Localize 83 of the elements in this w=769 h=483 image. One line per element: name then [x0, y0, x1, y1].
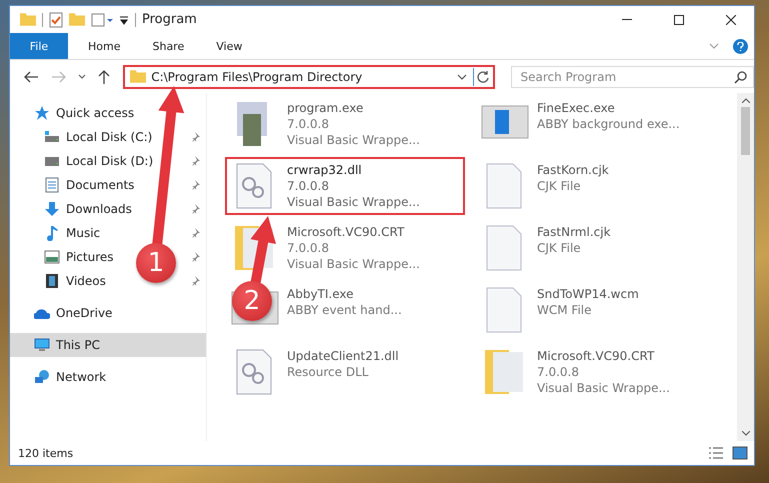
search-icon — [734, 70, 748, 84]
file-detail: 7.0.0.8 — [287, 116, 330, 132]
forward-arrow-icon — [52, 70, 66, 82]
document-icon — [44, 177, 60, 193]
pin-icon[interactable] — [190, 252, 200, 262]
file-name[interactable]: FastNrml.cjk — [537, 224, 611, 240]
dropdown-caret-icon[interactable] — [457, 74, 468, 80]
pin-icon[interactable] — [190, 156, 200, 166]
up-arrow-icon — [98, 70, 110, 84]
sidebar-item[interactable]: Videos — [10, 269, 112, 293]
back-arrow-icon — [24, 70, 38, 82]
close-icon — [726, 14, 736, 24]
file-name[interactable]: SndToWP14.wcm — [537, 286, 639, 302]
scroll-down-icon[interactable] — [742, 431, 750, 436]
pin-icon[interactable] — [190, 228, 200, 238]
pin-icon[interactable] — [190, 132, 200, 142]
scrollbar[interactable] — [737, 93, 754, 441]
film-icon — [44, 273, 60, 289]
sidebar-item[interactable]: Pictures — [10, 245, 120, 269]
step-number-badge: 2 — [232, 281, 272, 321]
sidebar-item[interactable]: Music — [10, 221, 106, 245]
file-detail: ABBY background exe... — [537, 116, 680, 132]
maximize-icon — [674, 14, 684, 24]
pin-icon[interactable] — [190, 276, 200, 286]
item-count: 120 items — [18, 446, 74, 460]
file-menu-button[interactable]: File — [10, 33, 68, 59]
sidebar-item[interactable]: This PC — [10, 333, 206, 357]
refresh-icon[interactable] — [476, 70, 490, 84]
expand-ribbon-icon[interactable] — [709, 43, 719, 49]
question-mark-icon — [737, 42, 744, 50]
file-name[interactable]: Microsoft.VC90.CRT — [537, 348, 670, 364]
properties-icon[interactable] — [49, 12, 63, 28]
sidebar-item[interactable]: Local Disk (C:) — [10, 125, 158, 149]
file-detail: ABBY event hand... — [287, 302, 402, 318]
file-detail: Visual Basic Wrappe... — [287, 132, 420, 148]
view-options-icon[interactable] — [91, 12, 113, 26]
folder-icon — [20, 13, 36, 26]
help-button[interactable] — [733, 38, 748, 54]
picture-icon — [44, 249, 60, 265]
file-detail: Visual Basic Wrappe... — [287, 194, 420, 210]
address-bar[interactable]: C:\Program Files\Program Directory — [123, 64, 496, 88]
file-name[interactable]: crwrap32.dll — [287, 162, 420, 178]
drive-icon — [44, 129, 60, 145]
file-name[interactable]: FastKorn.cjk — [537, 162, 609, 178]
sidebar-item[interactable]: Downloads — [10, 197, 138, 221]
step-number-badge: 1 — [136, 243, 176, 283]
folder-icon — [69, 13, 85, 26]
sidebar-item[interactable]: Quick access — [10, 101, 140, 125]
monitor-icon — [34, 337, 50, 353]
file-detail: CJK File — [537, 178, 582, 194]
large-icons-view-icon[interactable] — [732, 446, 748, 460]
scrollbar-thumb[interactable] — [741, 107, 750, 155]
sidebar-item[interactable]: Network — [10, 365, 112, 389]
search-field[interactable]: Search Program — [511, 66, 754, 88]
file-detail: 7.0.0.8 — [537, 364, 580, 380]
file-name[interactable]: FineExec.exe — [537, 100, 680, 116]
file-name[interactable]: Microsoft.VC90.CRT — [287, 224, 420, 240]
file-detail: 7.0.0.8 — [287, 178, 330, 194]
window-title: Program — [142, 12, 198, 27]
customize-arrow-icon[interactable] — [119, 14, 129, 24]
file-detail: Visual Basic Wrappe... — [537, 380, 670, 396]
file-detail: Resource DLL — [287, 364, 370, 380]
caret-icon — [78, 74, 86, 79]
sidebar-item[interactable]: Local Disk (D:) — [10, 149, 160, 173]
file-detail: CJK File — [537, 240, 582, 256]
music-note-icon — [44, 225, 60, 241]
star-icon — [34, 105, 50, 121]
file-detail: Visual Basic Wrappe... — [287, 256, 420, 272]
down-arrow-icon — [44, 201, 60, 217]
details-view-icon[interactable] — [708, 446, 724, 460]
sidebar-item[interactable]: OneDrive — [10, 301, 118, 325]
sidebar-item[interactable]: Documents — [10, 173, 140, 197]
folder-icon — [130, 70, 146, 83]
network-icon — [34, 369, 50, 385]
file-name[interactable]: AbbyTI.exe — [287, 286, 402, 302]
file-detail: 7.0.0.8 — [287, 240, 330, 256]
file-name[interactable]: program.exe — [287, 100, 420, 116]
pin-icon[interactable] — [190, 180, 200, 190]
file-detail: WCM File — [537, 302, 592, 318]
pin-icon[interactable] — [190, 204, 200, 214]
file-name[interactable]: UpdateClient21.dll — [287, 348, 399, 364]
minimize-icon — [622, 19, 632, 20]
scroll-up-icon[interactable] — [742, 98, 750, 103]
